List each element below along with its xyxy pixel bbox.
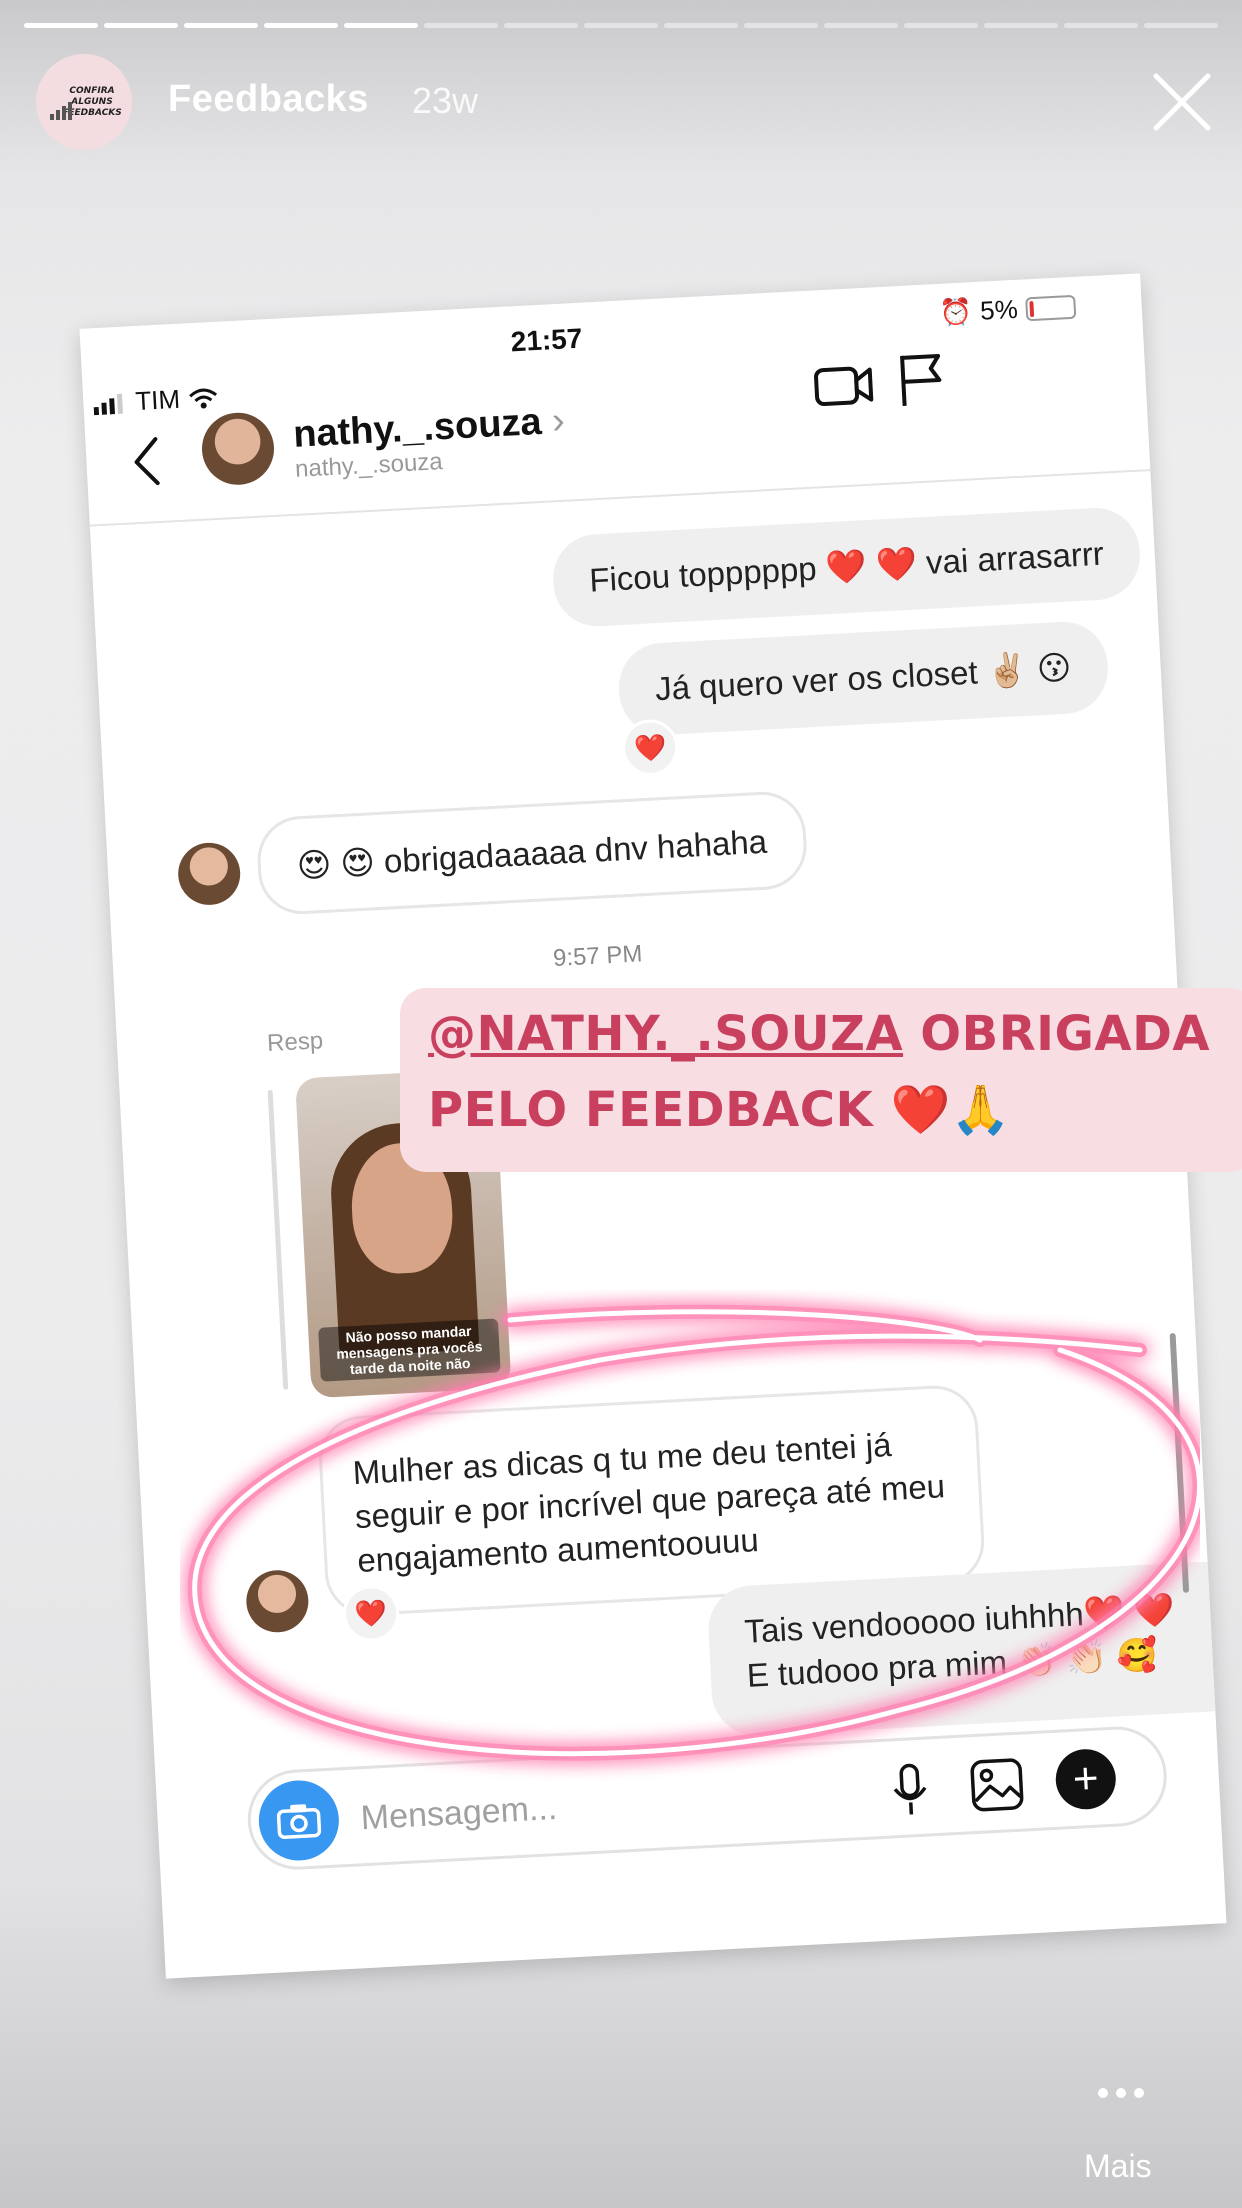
message-bubble-outgoing[interactable]: Ficou topppppp ❤️ ❤️ vai arrasarrr: [551, 505, 1143, 629]
progress-segment: [584, 23, 658, 28]
progress-segment: [1064, 23, 1138, 28]
camera-button[interactable]: [256, 1778, 341, 1863]
message-composer[interactable]: Mensagem... +: [245, 1724, 1170, 1873]
progress-segment: [24, 23, 98, 28]
message-timestamp: 9:57 PM: [552, 940, 644, 972]
back-arrow-icon[interactable]: [125, 431, 168, 493]
add-icon[interactable]: +: [1054, 1747, 1118, 1811]
scrollbar[interactable]: [1169, 1332, 1190, 1593]
mention-text: OBRIGADA: [903, 1006, 1211, 1062]
message-bubble-incoming[interactable]: 😍 😍 obrigadaaaaa dnv hahaha: [255, 789, 809, 917]
dm-contact-name-text: nathy._.souza: [292, 400, 543, 456]
progress-segment: [744, 23, 818, 28]
story-title[interactable]: Feedbacks: [168, 78, 369, 121]
video-call-icon[interactable]: [812, 361, 874, 410]
carrier-name: TIM: [134, 383, 181, 417]
mention-handle[interactable]: @NATHY._.SOUZA: [428, 1006, 903, 1062]
progress-segment: [104, 23, 178, 28]
chart-logo-icon: [50, 102, 72, 120]
progress-segment: [904, 23, 978, 28]
progress-segment: [664, 23, 738, 28]
battery-icon: [1025, 294, 1077, 321]
progress-segment: [1144, 23, 1218, 28]
carrier-status: TIM: [93, 382, 219, 419]
signal-icon: [93, 393, 123, 415]
camera-icon: [276, 1804, 322, 1840]
dm-contact-avatar[interactable]: [200, 410, 276, 487]
progress-segment: [984, 23, 1058, 28]
more-options-icon[interactable]: [1098, 2088, 1148, 2100]
message-bubble-outgoing[interactable]: Tais vendooooo iuhhhh❤️ ❤️ E tudooo pra …: [706, 1559, 1227, 1738]
message-input[interactable]: Mensagem...: [360, 1789, 558, 1838]
more-button-label[interactable]: Mais: [1084, 2148, 1152, 2185]
close-icon[interactable]: [1146, 66, 1218, 138]
sender-avatar[interactable]: [176, 841, 242, 907]
mention-line-1: @NATHY._.SOUZA OBRIGADA: [428, 996, 1228, 1072]
alarm-icon: ⏰: [939, 296, 973, 328]
progress-segment: [184, 23, 258, 28]
thumbnail-caption: Não posso mandar mensagens pra vocês tar…: [318, 1318, 501, 1382]
reply-quote-bar: [267, 1089, 289, 1390]
story-timestamp: 23w: [412, 80, 479, 121]
sender-avatar[interactable]: [244, 1568, 310, 1634]
chevron-right-icon: ›: [550, 399, 566, 443]
microphone-icon[interactable]: [889, 1761, 932, 1819]
progress-segment: [424, 23, 498, 28]
story-reply-label: Resp: [266, 1027, 324, 1058]
progress-segment: [824, 23, 898, 28]
flag-icon[interactable]: [896, 350, 947, 408]
mention-sticker[interactable]: @NATHY._.SOUZA OBRIGADA PELO FEEDBACK ❤️…: [400, 988, 1242, 1172]
gallery-icon[interactable]: [969, 1757, 1026, 1814]
wifi-icon: [188, 388, 217, 409]
battery-status: ⏰ 5%: [939, 291, 1077, 329]
battery-percent: 5%: [979, 293, 1019, 326]
message-bubble-outgoing[interactable]: Já quero ver os closet ✌🏼 😗: [616, 619, 1110, 738]
status-time: 21:57: [509, 322, 584, 358]
progress-segment: [504, 23, 578, 28]
mention-line-2: PELO FEEDBACK ❤️🙏: [428, 1082, 1011, 1138]
story-avatar[interactable]: CONFIRA ALGUNS FEEDBACKS: [36, 54, 132, 150]
progress-segment: [264, 23, 338, 28]
progress-segment: [344, 23, 418, 28]
story-progress-bar: [24, 23, 1218, 28]
